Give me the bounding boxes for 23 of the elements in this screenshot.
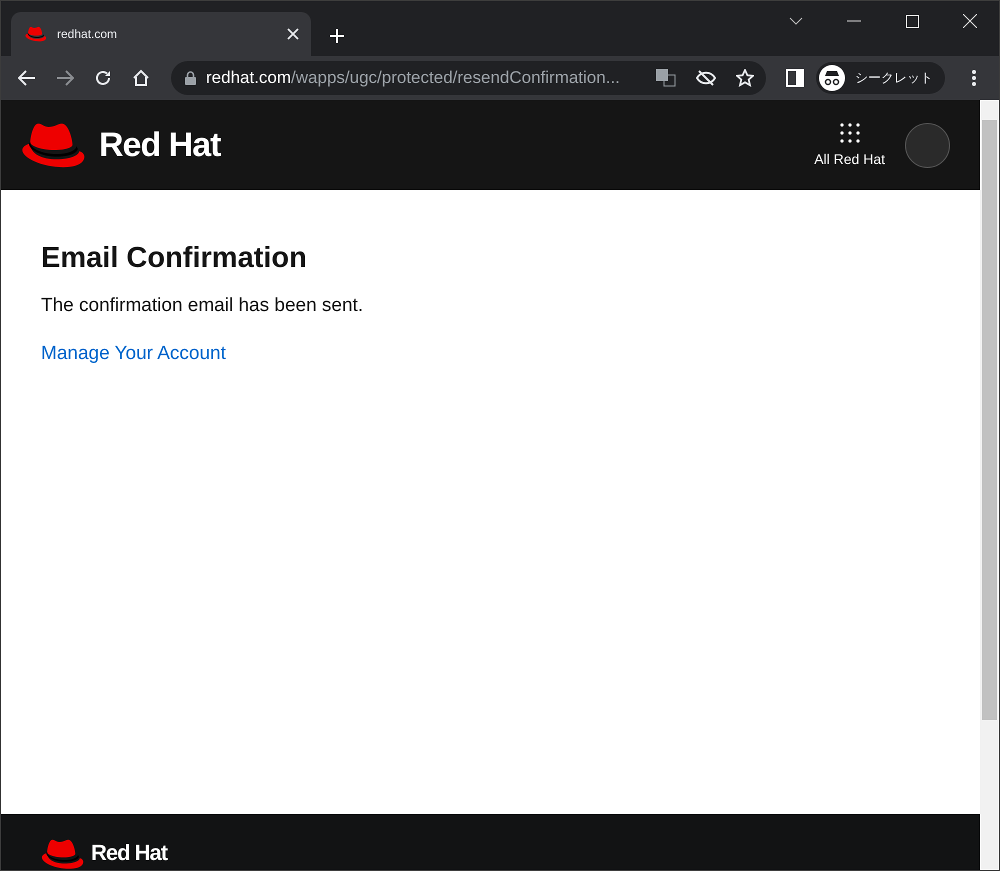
- address-bar[interactable]: redhat.com/wapps/ugc/protected/resendConfirmation...: [171, 61, 766, 95]
- all-products-menu-button[interactable]: All Red Hat: [814, 123, 885, 167]
- logo-text[interactable]: Red Hat: [99, 126, 220, 164]
- hat-logo-icon: [21, 121, 87, 169]
- scrollbar[interactable]: [980, 100, 999, 870]
- close-tab-icon[interactable]: [287, 28, 299, 40]
- incognito-icon: [819, 65, 845, 91]
- footer-logo-text[interactable]: Red Hat: [91, 840, 168, 866]
- url-text: redhat.com/wapps/ugc/protected/resendConfirmation...: [206, 68, 621, 88]
- tab-title: redhat.com: [57, 27, 118, 41]
- avatar[interactable]: [905, 122, 950, 168]
- page-title: Email Confirmation: [41, 242, 307, 275]
- manage-account-link[interactable]: Manage Your Account: [41, 343, 226, 365]
- browser-tab[interactable]: redhat.com: [11, 12, 311, 56]
- eye-slash-icon[interactable]: [696, 70, 716, 86]
- incognito-profile-button[interactable]: シークレット: [816, 62, 945, 94]
- new-tab-icon[interactable]: [329, 28, 345, 44]
- footer-hat-logo-icon: [41, 838, 85, 870]
- lock-icon: [185, 71, 196, 85]
- star-icon[interactable]: [736, 69, 754, 87]
- grid-icon: [840, 123, 860, 143]
- hat-favicon-icon: [25, 26, 47, 42]
- confirmation-message: The confirmation email has been sent.: [41, 295, 364, 317]
